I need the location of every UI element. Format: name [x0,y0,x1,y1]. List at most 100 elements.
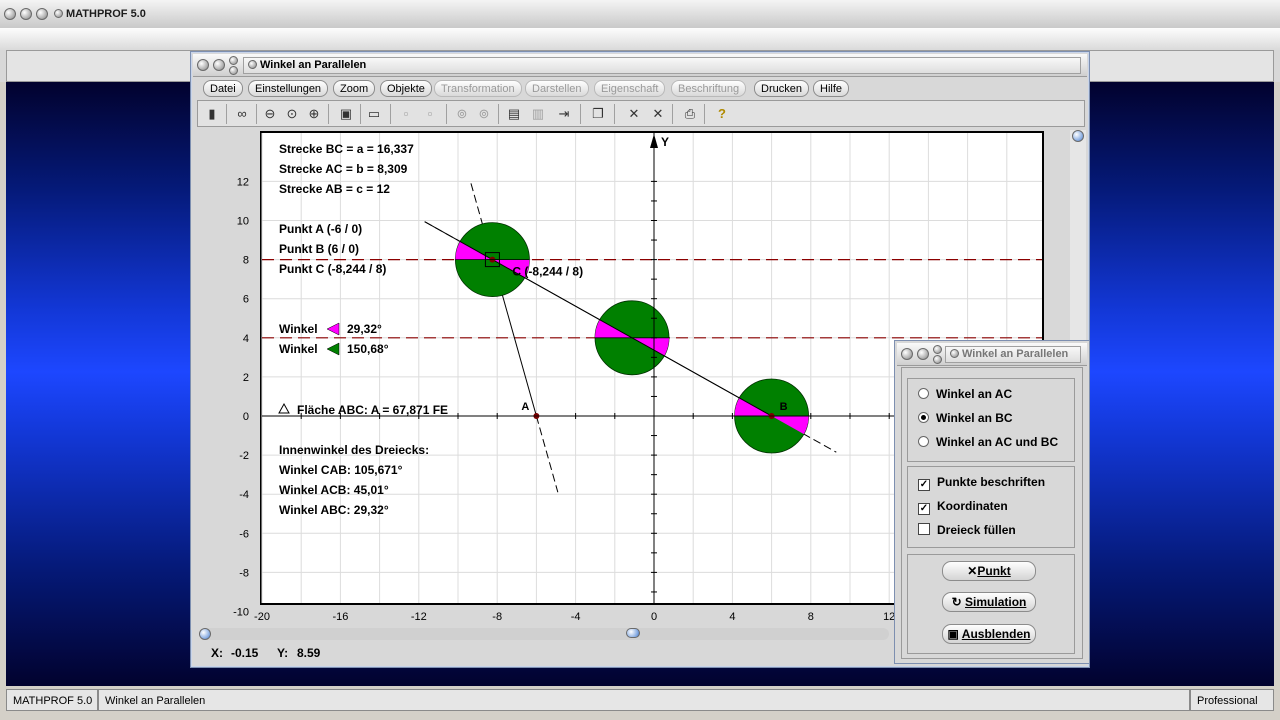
window-control-icon[interactable] [4,8,16,20]
check-dreieck-fuellen[interactable]: Dreieck füllen [918,521,1016,539]
x-coord-value: -0.15 [231,646,259,660]
window-control-icon[interactable] [901,348,913,360]
radio-winkel-ac-mark [918,388,929,399]
window-control-icon[interactable] [229,66,238,75]
menu-hilfe[interactable]: Hilfe [813,80,850,97]
punkt-button[interactable]: ✕Punkt [942,561,1036,581]
check-punkte-beschriften[interactable]: ✓ Punkte beschriften [918,473,1045,491]
point-c-label: C (-8,244 / 8) [512,265,583,279]
x-tick-label: -16 [332,611,348,623]
main-window-title-text: Winkel an Parallelen [260,59,367,71]
info-line: Punkt A (-6 / 0) [279,222,362,236]
x-tick-label: -8 [492,611,502,623]
check-koordinaten[interactable]: ✓ Koordinaten [918,497,1008,515]
x-tick-label: 8 [808,611,814,623]
y-tick-label: -10 [233,607,249,619]
point-cross-icon: ✕ [967,564,978,578]
angle-legend-value: 29,32° [347,322,382,336]
check-punkte-beschriften-mark: ✓ [918,479,930,491]
table-icon[interactable]: ▤ [504,104,524,124]
radio-winkel-ac[interactable]: Winkel an AC [918,385,1012,403]
document-icon[interactable]: ▥ [528,104,548,124]
window-control-icon[interactable] [933,345,942,354]
help-icon[interactable]: ? [712,104,732,124]
view-alt-icon[interactable]: ⊚ [474,104,494,124]
main-window-titlebar[interactable]: Winkel an Parallelen [193,54,1087,77]
y-tick-label: 4 [243,333,249,345]
x-coord-label: X: [211,646,223,660]
button-group: ✕Punkt ↻ Simulation ▣ Ausblenden [907,554,1075,654]
radio-winkel-bc[interactable]: Winkel an BC [918,409,1013,427]
window-control-icon[interactable] [197,59,209,71]
object-grid-icon[interactable]: ▫ [420,104,440,124]
y-tick-label: 8 [243,255,249,267]
radio-winkel-ac-bc[interactable]: Winkel an AC und BC [918,433,1058,451]
info-line: Punkt B (6 / 0) [279,242,359,256]
window-control-icon[interactable] [933,355,942,364]
window-icon [950,349,959,358]
copy-icon[interactable]: ❐ [588,104,608,124]
x-tick-label: -12 [411,611,427,623]
y-tick-label: -2 [239,450,249,462]
menu-drucken[interactable]: Drucken [754,80,809,97]
angle-legend-value: 150,68° [347,342,389,356]
menu-beschriftung[interactable]: Beschriftung [671,80,747,97]
scroll-thumb-icon[interactable] [626,628,640,638]
y-tick-label: 2 [243,372,249,384]
export-icon[interactable]: ⇥ [554,104,574,124]
zoom-out-icon[interactable]: ⊖ [260,104,280,124]
menu-transformation[interactable]: Transformation [434,80,522,97]
checkbox-group: ✓ Punkte beschriften ✓ Koordinaten Dreieck… [907,466,1075,548]
window-control-icon[interactable] [213,59,225,71]
simulation-button[interactable]: ↻ Simulation [942,592,1036,612]
x-tick-label: 4 [729,611,735,623]
y-axis-label: Y [661,135,669,149]
glasses-icon[interactable]: ∞ [232,104,252,124]
window-icon [248,60,257,69]
app-menubar-area [0,28,1280,51]
y-tick-label: 10 [237,216,249,228]
menu-darstellen[interactable]: Darstellen [525,80,589,97]
interior-angle: Winkel CAB: 105,671° [279,463,403,477]
scroll-thumb-icon[interactable] [1072,130,1084,142]
statusbar: MATHPROF 5.0 Winkel an Parallelen Profes… [0,686,1280,720]
x-tick-label: -20 [254,611,270,623]
cross-alt-icon[interactable]: ✕ [648,104,668,124]
coordinate-readout: X: -0.15 Y: 8.59 [199,644,899,662]
scroll-left-icon[interactable] [199,628,211,640]
check-koordinaten-mark: ✓ [918,503,930,515]
window-control-icon[interactable] [20,8,32,20]
printer-icon[interactable]: ⎙ [680,104,700,124]
app-title: MATHPROF 5.0 [66,8,146,20]
menu-datei[interactable]: Datei [203,80,243,97]
y-tick-label: 0 [243,411,249,423]
menu-zoom[interactable]: Zoom [333,80,376,97]
window-icon[interactable]: ▭ [364,104,384,124]
radio-winkel-ac-bc-mark [918,436,929,447]
object-icon[interactable]: ▫ [396,104,416,124]
menu-eigenschaft[interactable]: Eigenschaft [594,80,666,97]
window-control-icon[interactable] [36,8,48,20]
interior-heading: Innenwinkel des Dreiecks: [279,443,429,457]
ausblenden-button[interactable]: ▣ Ausblenden [942,624,1036,644]
info-line: Punkt C (-8,244 / 8) [279,262,386,276]
window-control-icon[interactable] [917,348,929,360]
area-text: Fläche ABC: A = 67,871 FE [297,403,448,417]
hide-icon: ▣ [947,627,962,641]
view-icon[interactable]: ⊚ [452,104,472,124]
horizontal-scrollbar[interactable] [199,628,889,640]
zoom-icon[interactable]: ⊙ [282,104,302,124]
zoom-in-icon[interactable]: ⊕ [304,104,324,124]
cross-icon[interactable]: ✕ [624,104,644,124]
menu-einstellungen[interactable]: Einstellungen [248,80,329,97]
calculator-icon[interactable]: ▮ [202,104,222,124]
radio-winkel-bc-mark [918,412,929,423]
info-line: Strecke BC = a = 16,337 [279,142,414,156]
window-control-icon[interactable] [229,56,238,65]
main-window-title: Winkel an Parallelen [243,57,1081,74]
angle-legend-label: Winkel [279,322,318,336]
menu-objekte[interactable]: Objekte [380,80,432,97]
side-panel-titlebar[interactable]: Winkel an Parallelen [897,343,1087,366]
settings-icon[interactable]: ▣ [336,104,356,124]
y-tick-label: -8 [239,567,249,579]
